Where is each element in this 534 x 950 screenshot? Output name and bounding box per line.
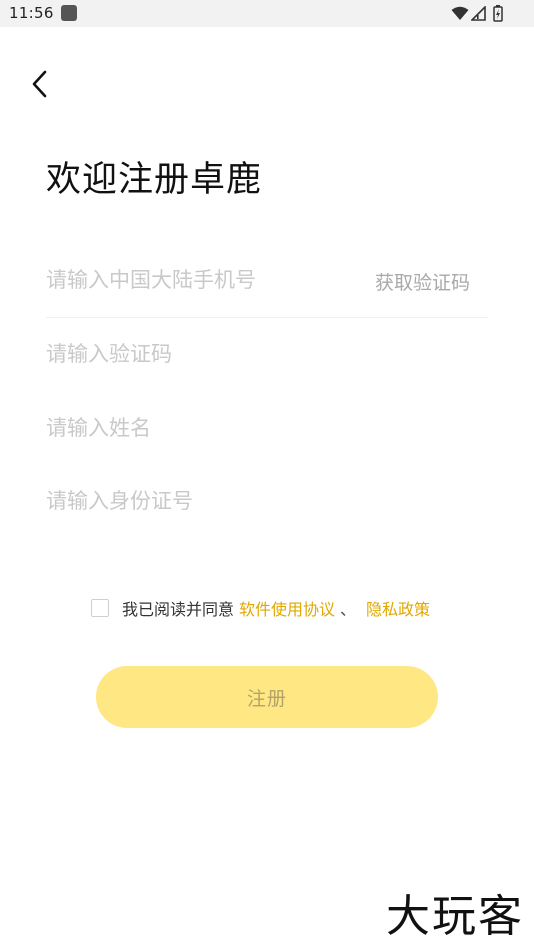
id-number-input[interactable]: [46, 476, 346, 526]
id-field: [46, 476, 488, 526]
get-code-button[interactable]: 获取验证码: [375, 268, 470, 295]
name-field: [46, 403, 488, 453]
phone-input[interactable]: [46, 255, 346, 305]
agreement-checkbox[interactable]: [91, 599, 109, 617]
terms-link[interactable]: 软件使用协议: [239, 596, 335, 620]
register-button[interactable]: 注册: [96, 666, 438, 728]
battery-icon: [493, 5, 503, 26]
phone-field: 获取验证码: [46, 255, 488, 305]
page-title: 欢迎注册卓鹿: [46, 160, 263, 200]
name-input[interactable]: [46, 403, 346, 453]
status-bar: 11:56: [0, 0, 534, 27]
back-button[interactable]: [22, 66, 58, 102]
app-notification-icon: [61, 5, 77, 21]
privacy-link[interactable]: 隐私政策: [366, 596, 430, 620]
code-field: [46, 329, 488, 379]
watermark-logo: 大玩客: [386, 891, 524, 942]
status-time: 11:56: [9, 4, 54, 22]
agreement-text: 我已阅读并同意: [122, 600, 235, 619]
wifi-icon: [451, 6, 469, 25]
verification-code-input[interactable]: [46, 329, 346, 379]
register-button-label: 注册: [246, 687, 287, 710]
phone-field-divider: [46, 317, 488, 318]
link-separator: 、: [340, 600, 357, 619]
chevron-left-icon: [32, 70, 47, 98]
signal-icon: [470, 5, 487, 25]
agreement-row: 我已阅读并同意 软件使用协议 、 隐私政策: [91, 597, 430, 619]
